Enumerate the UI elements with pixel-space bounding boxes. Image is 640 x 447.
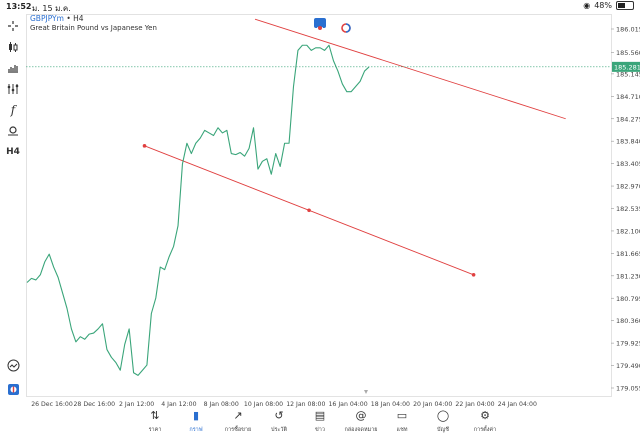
y-tick-label: 182.970 <box>616 183 640 191</box>
chart-grid <box>26 14 612 397</box>
battery-icon <box>616 1 634 10</box>
nav-item-quotes[interactable]: ⇅ ราคา <box>135 409 175 434</box>
chart-type-candles-icon[interactable] <box>4 38 22 56</box>
y-tick-label: 181.665 <box>616 250 640 258</box>
time-axis: 26 Dec 16:00 28 Dec 16:00 2 Jan 12:00 4 Jan… <box>31 390 537 408</box>
chart-trader-icon[interactable] <box>4 356 22 374</box>
x-tick-label: 24 Jan 04:00 <box>498 401 537 408</box>
x-tick-label: 10 Jan 08:00 <box>244 401 283 408</box>
chat-icon: ▭ <box>396 409 408 422</box>
y-tick-label: 186.015 <box>616 26 640 34</box>
timeframe-button[interactable]: H4 <box>4 143 22 161</box>
y-tick-label: 180.795 <box>616 295 640 303</box>
current-price-marker: 185.281 <box>26 61 640 72</box>
y-tick-label: 185.560 <box>616 49 640 57</box>
indicators-icon[interactable] <box>4 59 22 77</box>
one-click-trading-icon[interactable] <box>4 380 22 398</box>
nav-item-news[interactable]: ▤ ข่าว <box>300 409 340 434</box>
x-tick-label: 12 Jan 08:00 <box>286 401 325 408</box>
x-tick-label: 2 Jan 12:00 <box>119 401 154 408</box>
current-price-label: 185.281 <box>614 63 640 71</box>
x-tick-label: 8 Jan 08:00 <box>204 401 239 408</box>
left-toolbar: f H4 <box>0 14 26 404</box>
y-tick-label: 182.100 <box>616 227 640 235</box>
time-scroll-marker[interactable] <box>364 390 368 394</box>
battery-percent: 48% <box>594 1 612 10</box>
settings-icon: ⚙ <box>480 409 490 422</box>
nav-label: กราฟ <box>189 427 203 433</box>
trendline-handle[interactable] <box>307 208 311 213</box>
status-time: 13:52 <box>6 2 32 11</box>
y-tick-label: 180.360 <box>616 317 640 325</box>
nav-label: ข่าว <box>315 427 325 433</box>
search-symbol-icon[interactable] <box>4 122 22 140</box>
price-series <box>26 44 370 376</box>
y-tick-label: 184.275 <box>616 115 640 123</box>
x-tick-label: 20 Jan 04:00 <box>413 401 452 408</box>
chart-icon: ▮ <box>192 409 200 422</box>
y-tick-label: 179.490 <box>616 362 640 370</box>
plot-frame <box>26 14 612 397</box>
price-axis: 186.015185.560185.145184.710184.275183.8… <box>611 26 640 393</box>
status-bar: 13:52 ม. 15 ม.ค. ◉ 48% <box>0 0 640 14</box>
bottom-navigation: ⇅ ราคา ▮ กราฟ ↗ การซื้อขาย ↺ ประวัติ ▤ ข่าว @ กล่อง… <box>0 409 640 447</box>
nav-item-settings[interactable]: ⚙ การตั้งค่า <box>465 409 505 434</box>
x-tick-label: 26 Dec 16:00 <box>31 401 73 408</box>
trendline-handle[interactable] <box>471 272 476 277</box>
news-icon: ▤ <box>314 409 326 422</box>
account-icon: ◯ <box>436 409 450 422</box>
trade-icon: ↗ <box>233 409 243 422</box>
x-tick-label: 18 Jan 04:00 <box>371 401 410 408</box>
crosshair-icon[interactable] <box>4 17 22 35</box>
nav-label: ประวัติ <box>270 427 288 433</box>
nav-label: บัญชี <box>437 427 449 433</box>
trendlines[interactable] <box>142 18 566 277</box>
nav-item-trade[interactable]: ↗ การซื้อขาย <box>218 409 258 434</box>
y-tick-label: 184.710 <box>616 93 640 101</box>
history-icon: ↺ <box>274 409 284 422</box>
mailbox-icon: @ <box>355 409 367 422</box>
status-right: ◉ 48% <box>583 1 634 10</box>
y-tick-label: 179.055 <box>616 385 640 393</box>
function-icon[interactable]: f <box>4 101 22 119</box>
x-tick-label: 4 Jan 12:00 <box>161 401 196 408</box>
nav-label: ราคา <box>148 427 162 433</box>
nav-item-mailbox[interactable]: @ กล่องจดหมาย <box>341 409 381 434</box>
y-tick-label: 182.535 <box>616 205 640 213</box>
nav-label: การตั้งค่า <box>473 427 497 433</box>
y-tick-label: 183.405 <box>616 160 640 168</box>
nav-item-chart[interactable]: ▮ กราฟ <box>176 409 216 434</box>
quotes-icon: ⇅ <box>150 409 160 422</box>
y-tick-label: 181.230 <box>616 272 640 280</box>
nav-item-chat[interactable]: ▭ แชท <box>382 409 422 434</box>
x-tick-label: 16 Jan 04:00 <box>329 401 368 408</box>
nav-item-history[interactable]: ↺ ประวัติ <box>259 409 299 434</box>
price-line <box>26 44 370 376</box>
nav-item-account[interactable]: ◯ บัญชี <box>423 409 463 434</box>
objects-icon[interactable] <box>4 80 22 98</box>
y-tick-label: 179.925 <box>616 340 640 348</box>
trendline-handle[interactable] <box>142 144 147 148</box>
nav-label: แชท <box>396 427 408 433</box>
wifi-icon: ◉ <box>583 1 591 10</box>
price-chart[interactable]: 186.015185.560185.145184.710184.275183.8… <box>26 14 640 410</box>
nav-label: การซื้อขาย <box>224 427 252 433</box>
trendline-1[interactable] <box>254 18 566 120</box>
x-tick-label: 22 Jan 04:00 <box>455 401 494 408</box>
y-tick-label: 183.840 <box>616 138 640 146</box>
nav-label: กล่องจดหมาย <box>344 427 378 433</box>
x-tick-label: 28 Dec 16:00 <box>73 401 115 408</box>
